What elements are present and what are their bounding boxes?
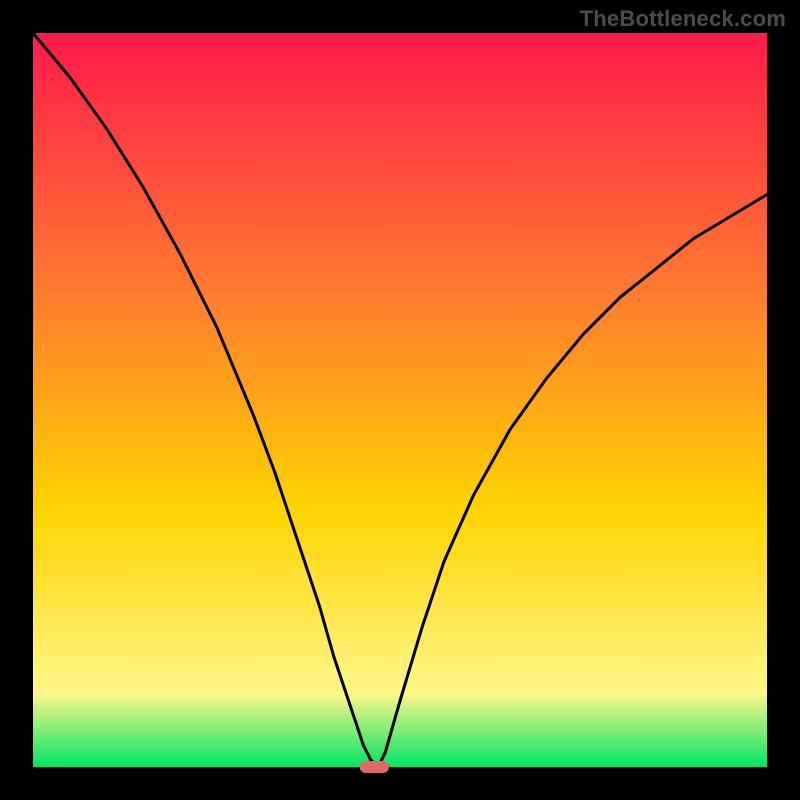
bottleneck-chart [0, 0, 800, 800]
plot-background [33, 33, 767, 767]
chart-frame: { "watermark": "TheBottleneck.com", "col… [0, 0, 800, 800]
optimal-marker [360, 761, 389, 773]
